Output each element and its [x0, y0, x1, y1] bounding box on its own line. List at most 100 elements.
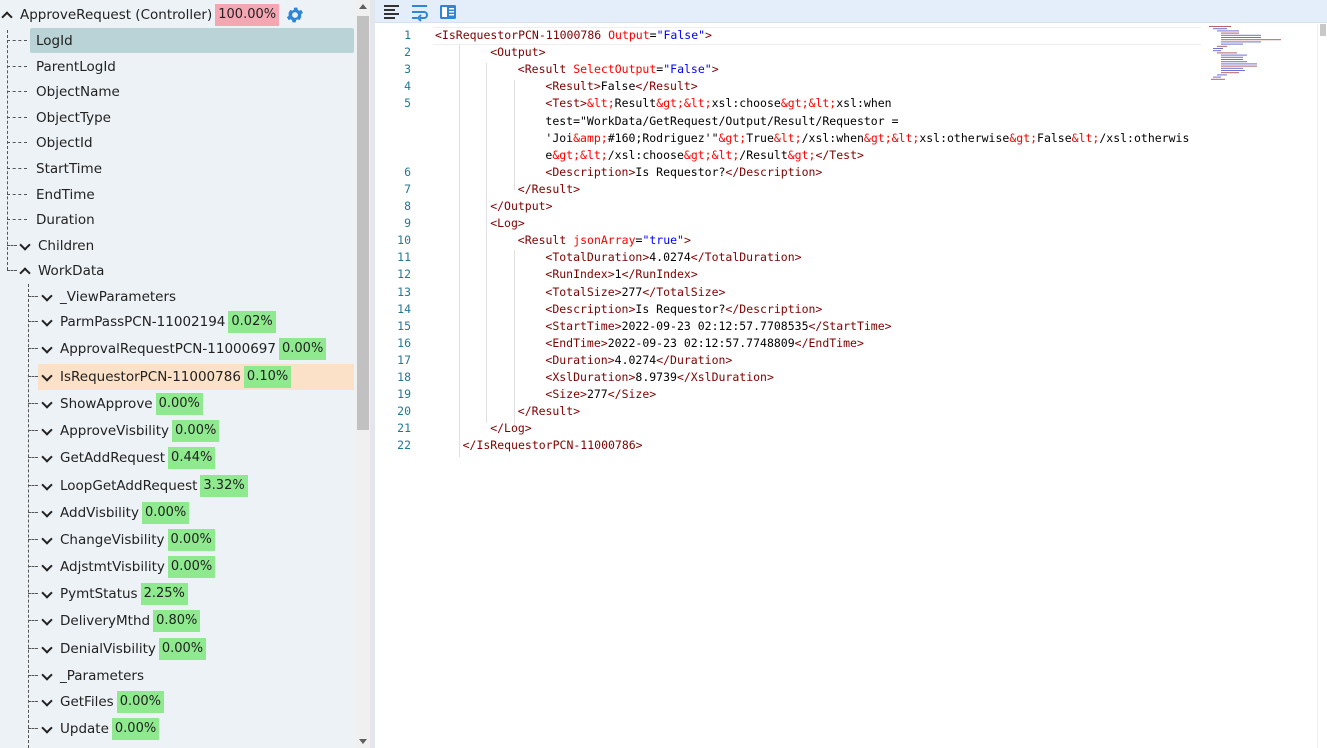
chevron-down-icon[interactable]: [40, 451, 54, 465]
tree-field-logid[interactable]: LogId: [34, 28, 75, 53]
chevron-down-icon[interactable]: [40, 695, 54, 709]
scroll-up-arrow-icon[interactable]: [359, 4, 367, 9]
tree-item-workdata-child[interactable]: IsRequestorPCN-11000786 0.10%: [40, 364, 292, 389]
minimap-line: [1221, 37, 1261, 38]
chevron-down-icon[interactable]: [18, 239, 32, 253]
tree-connector: [28, 376, 38, 377]
code-token: &gt;&lt;: [863, 130, 920, 145]
line-number: 3: [404, 62, 411, 77]
chevron-down-icon[interactable]: [40, 424, 54, 438]
xml-editor[interactable]: 1 <IsRequestorPCN-11000786 Output="False"…: [375, 24, 1327, 748]
tree-item-workdata[interactable]: WorkData: [18, 258, 106, 283]
tree-item-workdata-child[interactable]: DeliveryMthd 0.80%: [40, 608, 201, 633]
chevron-up-icon[interactable]: [0, 8, 14, 22]
tree-item-workdata-child[interactable]: ParmPassPCN-11002194 0.02%: [40, 309, 276, 334]
minimap-line: [1217, 45, 1227, 47]
code-token: 4.0274: [614, 352, 657, 367]
tree-item-workdata-child[interactable]: ShowApprove 0.00%: [40, 391, 203, 416]
tree-item-workdata-child[interactable]: LoopGetAddRequest 3.32%: [40, 473, 248, 498]
tree-connector: [7, 270, 17, 271]
tree-item-workdata-child[interactable]: GetAddRequest 0.44%: [40, 445, 216, 470]
code-token: Output: [608, 28, 650, 42]
line-number: 5: [404, 96, 411, 111]
editor-minimap[interactable]: [1207, 24, 1317, 84]
tree-field-objecttype[interactable]: ObjectType: [34, 105, 113, 130]
tree-item-label: ObjectName: [36, 83, 120, 100]
chevron-down-icon[interactable]: [40, 290, 54, 304]
tree-item-label: ObjectId: [36, 134, 93, 151]
tree-item-workdata-child[interactable]: AdjstmtVisbility 0.00%: [40, 554, 216, 579]
tree-item-workdata-child[interactable]: _ViewParameters: [40, 284, 178, 309]
code-token: /xsl:choose: [607, 147, 684, 162]
chevron-down-icon[interactable]: [40, 722, 54, 736]
chevron-up-icon[interactable]: [18, 264, 32, 278]
code-token: Result: [614, 96, 657, 111]
code-token: False: [1037, 130, 1072, 145]
code-line: test="WorkData/GetRequest/Output/Result/…: [545, 114, 898, 128]
chevron-down-icon[interactable]: [40, 479, 54, 493]
code-line: <Description>Is Requestor?</Description>: [545, 165, 822, 179]
code-token: 'Joi: [545, 130, 574, 145]
tree-scrollbar[interactable]: [356, 0, 370, 748]
tree-item-workdata-child[interactable]: GetFiles 0.00%: [40, 689, 164, 714]
panel-icon[interactable]: [438, 2, 458, 22]
tree-item-children[interactable]: Children: [18, 233, 96, 258]
tree-field-starttime[interactable]: StartTime: [34, 156, 104, 181]
tree-item-workdata-child[interactable]: ApproveVisbility 0.00%: [40, 418, 220, 443]
tree-item-workdata-child[interactable]: AddVisbility 0.00%: [40, 500, 190, 525]
tree-field-parentlogid[interactable]: ParentLogId: [34, 54, 118, 79]
indent-guide: [458, 45, 460, 457]
tree-item-label: IsRequestorPCN-11000786: [60, 368, 241, 385]
chevron-down-icon[interactable]: [40, 342, 54, 356]
minimap-line: [1221, 34, 1261, 36]
code-token: </Result>: [635, 79, 698, 94]
tree-field-objectname[interactable]: ObjectName: [34, 79, 122, 104]
tree-item-label: LoopGetAddRequest: [60, 477, 198, 494]
tree-item-workdata-child[interactable]: ApprovalRequestPCN-11000697 0.00%: [40, 336, 327, 361]
tree-item-workdata-child[interactable]: Update 0.00%: [40, 716, 160, 741]
percentage-badge: 0.00%: [141, 501, 190, 524]
tree-item-label: WorkData: [38, 262, 105, 279]
tree-item-label: ApprovalRequestPCN-11000697: [60, 340, 276, 357]
scroll-down-arrow-icon[interactable]: [359, 739, 367, 744]
tree-item-workdata-child[interactable]: ChangeVisbility 0.00%: [40, 527, 215, 552]
chevron-down-icon[interactable]: [40, 614, 54, 628]
tree-connector: [7, 117, 27, 118]
tree-item-workdata-child[interactable]: _Parameters: [40, 663, 146, 688]
chevron-down-icon[interactable]: [40, 506, 54, 520]
chevron-down-icon[interactable]: [40, 560, 54, 574]
tree-item-label: PymtStatus: [60, 585, 138, 602]
tree-item-workdata-child[interactable]: PymtStatus 2.25%: [40, 581, 188, 606]
format-icon[interactable]: [382, 2, 402, 22]
word-wrap-icon[interactable]: [410, 2, 430, 22]
editor-scrollbar[interactable]: [1317, 24, 1327, 748]
tree-item-label: DeliveryMthd: [60, 612, 151, 629]
code-line: <TotalSize>277</TotalSize>: [545, 285, 725, 299]
code-token: jsonArray: [573, 233, 636, 248]
code-line: <EndTime>2022-09-23 02:12:57.7748809</En…: [545, 336, 864, 350]
chevron-down-icon[interactable]: [40, 315, 54, 329]
code-token: 277: [586, 387, 608, 402]
chevron-down-icon[interactable]: [40, 669, 54, 683]
chevron-down-icon[interactable]: [40, 587, 54, 601]
tree-scrollbar-thumb[interactable]: [357, 16, 369, 430]
tree-field-endtime[interactable]: EndTime: [34, 182, 97, 207]
tree-root-row[interactable]: ApproveRequest (Controller) 100.00%: [0, 2, 305, 27]
minimap-line: [1213, 48, 1223, 49]
tree-field-duration[interactable]: Duration: [34, 207, 97, 232]
code-token: <EndTime>: [545, 335, 608, 350]
tree-connector: [28, 430, 38, 431]
tree-item-label: ChangeVisbility: [60, 531, 165, 548]
chevron-down-icon[interactable]: [40, 370, 54, 384]
chevron-down-icon[interactable]: [40, 533, 54, 547]
tree-item-label: ApproveVisbility: [60, 422, 170, 439]
code-token: &lt;: [586, 96, 615, 111]
chevron-down-icon[interactable]: [40, 642, 54, 656]
tree-field-objectid[interactable]: ObjectId: [34, 130, 95, 155]
chevron-down-icon[interactable]: [40, 397, 54, 411]
tree-item-workdata-child[interactable]: DenialVisbility 0.00%: [40, 636, 207, 661]
editor-scrollbar-thumb[interactable]: [1320, 24, 1326, 36]
gear-icon[interactable]: [285, 5, 305, 25]
tree-item-label: GetFiles: [60, 693, 114, 710]
percentage-badge: 2.25%: [140, 582, 188, 605]
